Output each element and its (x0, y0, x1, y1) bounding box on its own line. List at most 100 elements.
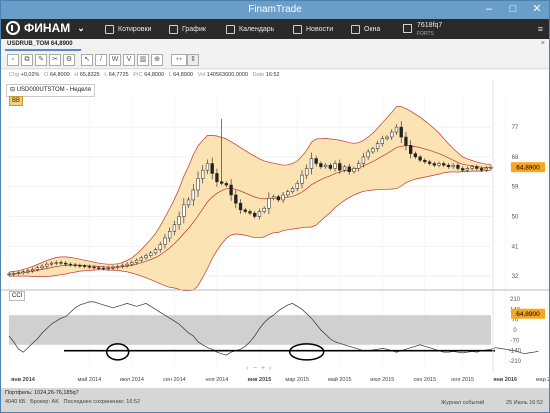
price-chart[interactable]: 32415059687764,8900210140700-70-140-2106… (1, 80, 550, 388)
candle-body (30, 269, 35, 272)
candle-body (82, 265, 87, 267)
x-tick-label: июл 2014 (120, 377, 144, 383)
candle-body (413, 153, 418, 158)
candle-body (134, 259, 139, 263)
candle-body (323, 164, 328, 168)
cci-y-tick-label: -140 (509, 349, 522, 355)
candle-body (276, 196, 281, 201)
quotes-icon (105, 24, 114, 34)
candle-body (456, 164, 460, 169)
wrench-icon[interactable]: ✂ (49, 54, 61, 66)
toolbar-chart-label: График (182, 25, 206, 33)
title-bar: FinamTrade – □ ✕ (1, 1, 549, 19)
candle-body (243, 209, 247, 212)
maximize-button[interactable]: □ (501, 1, 525, 19)
toolbar-quotes[interactable]: Котировки (105, 19, 151, 39)
x-tick-label: янв 2015 (248, 377, 272, 383)
cci-y-tick-label: -70 (511, 338, 520, 344)
x-tick-label: янв 2016 (493, 377, 517, 383)
candle-body (177, 216, 181, 226)
clock: 25 Июль 16:52 (506, 400, 543, 406)
candle-body (87, 266, 91, 268)
broker-status: Брокер: AK (30, 399, 59, 405)
bb-indicator-label[interactable]: BB (9, 96, 24, 106)
toolbar-calendar[interactable]: Календарь (226, 19, 274, 39)
candle-body (186, 199, 191, 206)
candle-body (97, 267, 101, 269)
chart-area[interactable]: 32415059687764,8900210140700-70-140-2106… (1, 80, 550, 388)
close-button[interactable]: ✕ (525, 1, 549, 19)
cci-y-tick-label: -210 (509, 359, 522, 365)
candle-body (68, 263, 73, 266)
candle-body (153, 249, 158, 254)
x-tick-label: мар 2016 (536, 377, 549, 383)
account-selector[interactable]: 7618fq7 FORTS (403, 20, 493, 38)
toolbar-windows[interactable]: Окна (351, 19, 380, 39)
toolbar-chart[interactable]: График (169, 19, 206, 39)
candle-body (390, 131, 394, 138)
cci-y-tick-label: 0 (513, 328, 517, 334)
candle-body (130, 262, 134, 265)
candle-body (281, 194, 285, 201)
open-label: O (44, 72, 49, 78)
candle-body (338, 163, 342, 171)
candle-body (73, 264, 77, 266)
cursor-icon[interactable]: ↖ (81, 54, 93, 66)
candle-body (78, 265, 82, 267)
high-label: H (74, 72, 79, 78)
menu-icon[interactable]: ≡ (538, 24, 543, 34)
toolbar-news[interactable]: Новости (293, 19, 333, 39)
candle-body (12, 273, 16, 275)
chart-icon (169, 24, 178, 34)
last-price-badge-label: 64,8900 (516, 165, 540, 172)
crosshair-icon[interactable]: ⊕ (151, 54, 163, 66)
zoom-out-icon: − (253, 365, 257, 372)
candle-body (149, 252, 153, 256)
candle-body (399, 126, 403, 138)
candle-body (333, 163, 337, 169)
finam-logo[interactable]: ФИНАМ ⌄ (6, 21, 85, 35)
drawing-toolbar: ▫ ⧉ ✎ ✂ ⚙ ↖ / W V ▥ ⊕ ⇿ ⇕ (1, 51, 549, 69)
minimize-button[interactable]: – (477, 1, 501, 19)
legend-close-icon[interactable]: ⊟ (10, 87, 15, 93)
volume-value: 140563600,0000 (206, 72, 249, 78)
last-value: 64,8900 (173, 72, 193, 78)
candle-body (92, 266, 96, 269)
new-icon[interactable]: ▫ (7, 54, 19, 66)
vertical-line-icon[interactable]: ⇕ (187, 54, 199, 66)
memory-usage: 4040 КБ (5, 399, 26, 405)
line-tool-icon[interactable]: / (95, 54, 107, 66)
event-log-link[interactable]: Журнал событий (441, 400, 484, 406)
price-y-tick-label: 32 (512, 274, 519, 280)
candle-body (352, 168, 356, 173)
main-toolbar: ФИНАМ ⌄ Котировки График Календарь Новос… (1, 19, 549, 39)
candle-body (470, 166, 474, 169)
trend-tool-icon[interactable]: V (123, 54, 135, 66)
settings-icon[interactable]: ⚙ (63, 54, 75, 66)
server-status: 4040 КБ Брокер: AK Последнее сохранение:… (5, 399, 140, 405)
chg-label: Chg (9, 72, 20, 78)
volume-label: Vol (197, 72, 206, 78)
prev-close-value: 64,8000 (144, 72, 165, 78)
candle-body (7, 273, 11, 276)
fibo-tool-icon[interactable]: ▥ (137, 54, 149, 66)
tab-close-icon[interactable]: × (541, 40, 545, 47)
chart-tab-bar: USDRUB_TOM 64,8900 × (1, 39, 549, 51)
candle-body (267, 198, 271, 209)
x-tick-label: сен 2015 (414, 377, 437, 383)
candle-body (26, 270, 30, 273)
candle-body (371, 148, 375, 153)
tab-chart[interactable]: USDRUB_TOM 64,8900 (5, 39, 81, 51)
x-tick-label: май 2014 (77, 376, 101, 383)
wave-tool-icon[interactable]: W (109, 54, 121, 66)
copy-icon[interactable]: ⧉ (21, 54, 33, 66)
x-tick-label: мар 2015 (285, 377, 309, 383)
cci-indicator-label[interactable]: CCI (9, 291, 26, 301)
candle-body (210, 163, 214, 174)
candle-body (361, 156, 366, 164)
pencil-icon[interactable]: ✎ (35, 54, 47, 66)
zoom-range-icon[interactable]: ⇿ (171, 54, 187, 66)
candle-body (106, 267, 110, 270)
price-y-tick-label: 59 (512, 185, 519, 191)
window-title: FinamTrade (248, 4, 302, 15)
